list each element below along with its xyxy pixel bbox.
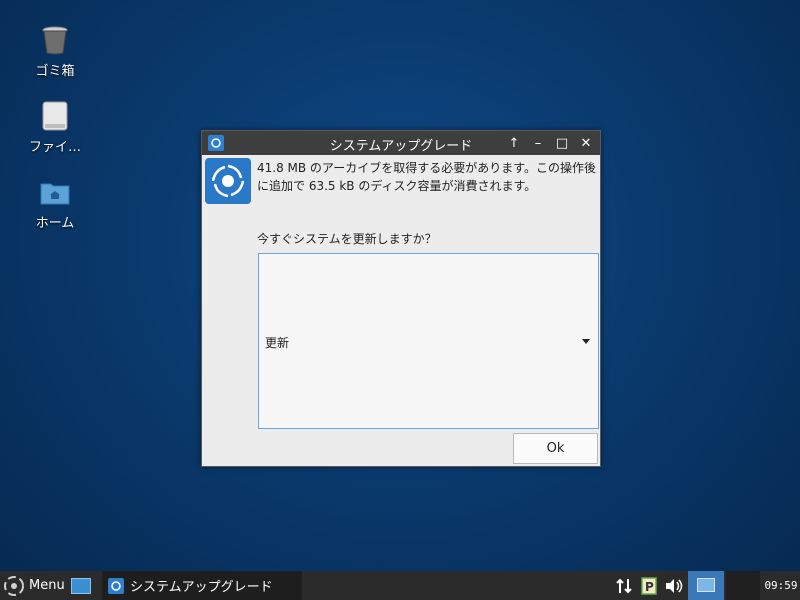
close-icon[interactable]: ✕ bbox=[578, 134, 594, 152]
dialog-message: 41.8 MB のアーカイブを取得する必要があります。この操作後に追加で 63.… bbox=[257, 161, 597, 193]
ok-button[interactable]: Ok bbox=[513, 433, 598, 464]
clock[interactable]: 09:59 bbox=[762, 571, 800, 600]
menu-logo-icon bbox=[4, 575, 24, 596]
select-value: 更新 bbox=[265, 336, 290, 350]
network-icon[interactable] bbox=[612, 571, 636, 600]
menu-label: Menu bbox=[29, 578, 65, 593]
up-arrow-icon[interactable]: ↑ bbox=[506, 134, 522, 152]
desktop-icon-trash[interactable]: ゴミ箱 bbox=[14, 24, 96, 79]
system-update-icon bbox=[205, 158, 251, 204]
desktop-icon-label: ゴミ箱 bbox=[35, 64, 75, 79]
taskbar: Menu システムアップグレード P 09:59 bbox=[0, 571, 800, 600]
taskbar-item-system-upgrade[interactable]: システムアップグレード bbox=[102, 571, 302, 600]
trash-icon bbox=[42, 26, 68, 55]
svg-text:P: P bbox=[645, 580, 654, 594]
maximize-icon[interactable]: □ bbox=[554, 134, 570, 152]
dialog-titlebar[interactable]: システムアップグレード ↑ – □ ✕ bbox=[202, 131, 600, 155]
show-desktop-icon[interactable] bbox=[70, 577, 91, 594]
desktop-icon-home[interactable]: ホーム bbox=[14, 176, 96, 231]
workspace-2[interactable] bbox=[726, 571, 760, 600]
dialog-question: 今すぐシステムを更新しますか？ bbox=[257, 232, 437, 246]
minimize-icon[interactable]: – bbox=[530, 134, 546, 152]
desktop-icon-label: ファイ… bbox=[28, 140, 81, 155]
update-option-select[interactable]: 更新 bbox=[258, 253, 599, 429]
taskbar-item-label: システムアップグレード bbox=[130, 580, 273, 595]
app-icon bbox=[108, 577, 124, 594]
workspace-1[interactable] bbox=[688, 571, 724, 600]
desktop-icon-label: ホーム bbox=[35, 216, 75, 231]
desktop-icon-filesystem[interactable]: ファイ… bbox=[14, 100, 96, 155]
menu-button[interactable]: Menu bbox=[0, 571, 96, 600]
chevron-down-icon bbox=[582, 339, 590, 344]
home-folder-icon bbox=[40, 183, 70, 205]
package-updates-icon[interactable]: P bbox=[638, 571, 660, 600]
volume-icon[interactable] bbox=[662, 571, 686, 600]
drive-icon bbox=[42, 101, 68, 131]
system-upgrade-dialog: システムアップグレード ↑ – □ ✕ 41.8 MB のアーカイブを取得する必… bbox=[201, 130, 601, 467]
